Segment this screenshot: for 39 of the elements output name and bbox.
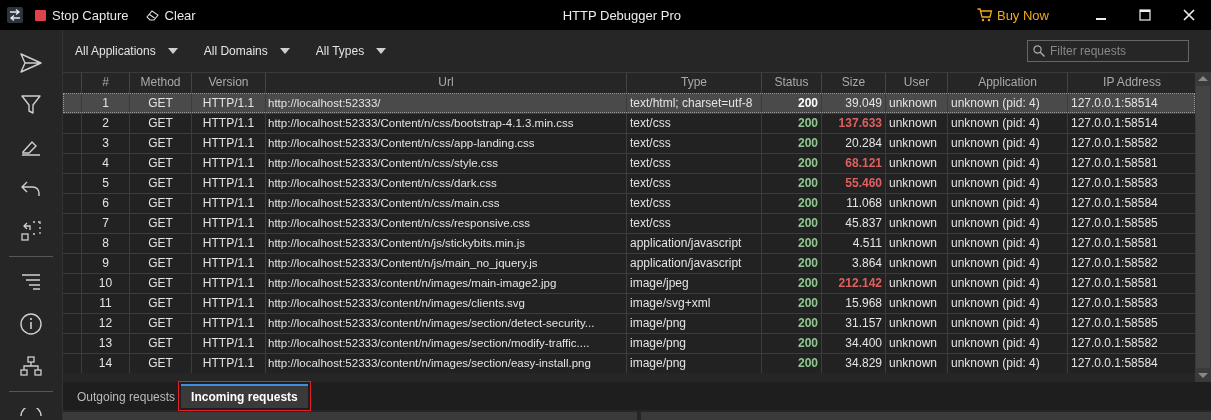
- buy-now-button[interactable]: Buy Now: [970, 6, 1055, 24]
- info-icon[interactable]: [20, 313, 42, 335]
- type-cell: image/png: [626, 354, 761, 373]
- tab[interactable]: Incoming requests: [181, 384, 308, 408]
- user-cell: unknown: [885, 354, 947, 373]
- row-number-cell: 14: [81, 354, 129, 373]
- filter-dropdown[interactable]: All Applications: [75, 44, 178, 58]
- selection-icon[interactable]: [21, 221, 41, 241]
- close-icon: [1183, 9, 1195, 21]
- app-logo-icon: [7, 7, 23, 23]
- filter-dropdown[interactable]: All Types: [315, 44, 387, 58]
- list-icon[interactable]: [21, 274, 41, 290]
- filter-dropdown[interactable]: All Domains: [203, 44, 290, 58]
- caret-icon: [376, 48, 387, 54]
- minimize-icon: [1096, 18, 1106, 20]
- pen-icon[interactable]: [21, 138, 41, 156]
- cart-icon: [976, 8, 993, 22]
- eraser-icon: [145, 9, 159, 21]
- clear-button[interactable]: Clear: [145, 7, 205, 23]
- search-icon: [1033, 45, 1045, 57]
- size-cell: 34.829: [821, 354, 885, 373]
- caret-icon: [279, 48, 290, 54]
- application-cell: unknown (pid: 4): [947, 354, 1067, 373]
- filter-icon[interactable]: [21, 95, 41, 115]
- window-title: HTTP Debugger Pro: [561, 7, 682, 23]
- status-cell: 200: [761, 354, 821, 373]
- scrollbar-thumb[interactable]: [1196, 86, 1210, 368]
- url-cell: http://localhost:52333/content/n/images/section/easy-install.png: [265, 354, 626, 373]
- stop-icon: [35, 9, 46, 21]
- undo-icon[interactable]: [21, 181, 41, 197]
- send-icon[interactable]: [20, 53, 42, 73]
- maximize-icon: [1139, 9, 1151, 21]
- sitemap-icon[interactable]: [20, 356, 42, 376]
- stop-capture-button[interactable]: Stop Capture: [35, 7, 138, 23]
- method-cell: GET: [129, 354, 191, 373]
- version-cell: HTTP/1.1: [191, 354, 265, 373]
- search-field[interactable]: Filter requests: [1027, 40, 1189, 62]
- tab[interactable]: Outgoing requests: [71, 384, 182, 408]
- caret-icon: [167, 48, 178, 54]
